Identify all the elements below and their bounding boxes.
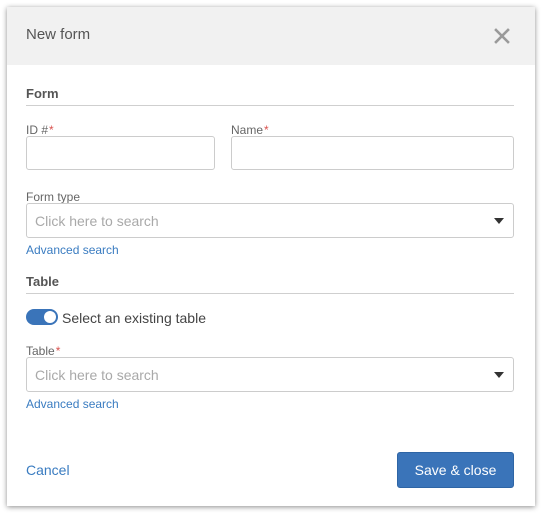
table-select[interactable]: Click here to search — [26, 357, 514, 392]
table-label: Table* — [26, 344, 60, 358]
toggle-knob — [44, 311, 56, 323]
form-section-divider — [26, 105, 514, 106]
required-mark: * — [55, 344, 61, 358]
caret-down-icon — [494, 372, 504, 378]
id-input[interactable] — [26, 136, 215, 170]
close-button[interactable] — [493, 27, 511, 45]
cancel-button[interactable]: Cancel — [26, 462, 70, 478]
save-and-close-button[interactable]: Save & close — [397, 452, 514, 488]
table-section-title: Table — [26, 274, 59, 289]
required-mark: * — [264, 123, 269, 137]
form-type-select[interactable]: Click here to search — [26, 203, 514, 238]
dialog-title: New form — [26, 26, 91, 43]
form-type-placeholder: Click here to search — [35, 213, 159, 229]
table-advanced-search-link[interactable]: Advanced search — [26, 397, 119, 411]
name-input[interactable] — [231, 136, 514, 170]
name-label-text: Name — [231, 123, 264, 137]
table-label-text: Table — [26, 344, 55, 358]
dialog-header: New form — [7, 7, 535, 65]
existing-table-toggle[interactable] — [26, 309, 58, 325]
name-label: Name* — [231, 123, 269, 137]
required-mark: * — [49, 123, 54, 137]
new-form-dialog: New form Form ID #* Name* Form type Clic… — [7, 7, 535, 506]
form-type-label: Form type — [26, 190, 81, 204]
caret-down-icon — [494, 218, 504, 224]
existing-table-toggle-label[interactable]: Select an existing table — [62, 310, 206, 326]
form-type-advanced-search-link[interactable]: Advanced search — [26, 243, 119, 257]
table-section-divider — [26, 293, 514, 294]
id-label-text: ID # — [26, 123, 49, 137]
table-placeholder: Click here to search — [35, 367, 159, 383]
id-label: ID #* — [26, 123, 54, 137]
form-section-title: Form — [26, 86, 59, 101]
close-icon — [494, 28, 510, 44]
